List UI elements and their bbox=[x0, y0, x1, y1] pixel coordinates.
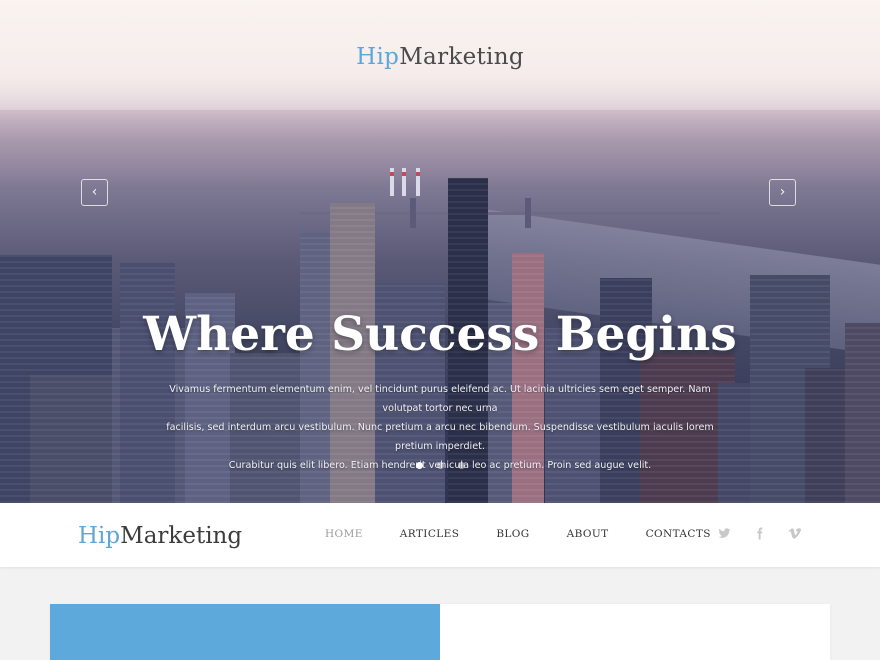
hero-slider: HipMarketing ‹ › Where Success Begins Vi… bbox=[0, 0, 880, 503]
nav-link-blog[interactable]: BLOG bbox=[496, 528, 529, 540]
vimeo-icon[interactable] bbox=[788, 527, 802, 540]
slider-prev-button[interactable]: ‹ bbox=[81, 179, 108, 206]
hero-text-line: Vivamus fermentum elementum enim, vel ti… bbox=[169, 384, 711, 414]
social-links bbox=[718, 527, 802, 540]
hero-title: Where Success Begins bbox=[143, 307, 737, 362]
chevron-left-icon: ‹ bbox=[91, 184, 98, 200]
slider-dot[interactable] bbox=[458, 462, 465, 469]
twitter-icon[interactable] bbox=[718, 527, 731, 540]
logo-part-hip: Hip bbox=[78, 523, 121, 549]
feature-card-image bbox=[50, 604, 440, 660]
building bbox=[805, 368, 845, 503]
main-navbar: HipMarketing HOME ARTICLES BLOG ABOUT CO… bbox=[0, 503, 880, 567]
hero-description: Vivamus fermentum elementum enim, vel ti… bbox=[150, 380, 730, 475]
nav-menu: HOME ARTICLES BLOG ABOUT CONTACTS bbox=[325, 528, 748, 540]
slider-dot[interactable] bbox=[437, 462, 444, 469]
logo-part-marketing: Marketing bbox=[120, 523, 243, 549]
nav-link-contacts[interactable]: CONTACTS bbox=[646, 528, 711, 540]
slider-pagination bbox=[416, 462, 465, 469]
hero-text-line: facilisis, sed interdum arcu vestibulum.… bbox=[166, 422, 714, 452]
slider-dot[interactable] bbox=[416, 462, 423, 469]
nav-link-about[interactable]: ABOUT bbox=[567, 528, 609, 540]
logo-part-hip: Hip bbox=[356, 44, 400, 70]
slider-next-button[interactable]: › bbox=[769, 179, 796, 206]
nav-link-home[interactable]: HOME bbox=[325, 528, 363, 540]
feature-card bbox=[50, 604, 830, 660]
building bbox=[30, 375, 125, 503]
logo-part-marketing: Marketing bbox=[399, 44, 524, 70]
nav-logo[interactable]: HipMarketing bbox=[78, 523, 242, 549]
facebook-icon[interactable] bbox=[753, 527, 766, 540]
chevron-right-icon: › bbox=[779, 184, 786, 200]
hero-logo[interactable]: HipMarketing bbox=[0, 44, 880, 70]
nav-link-articles[interactable]: ARTICLES bbox=[400, 528, 460, 540]
